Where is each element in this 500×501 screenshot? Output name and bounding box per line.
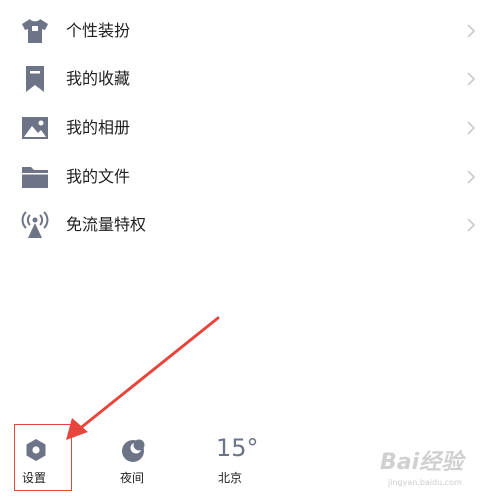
chevron-right-icon [466, 169, 476, 185]
menu-item-label: 我的相册 [66, 118, 131, 137]
night-mode-button[interactable]: 夜间 [112, 436, 156, 490]
settings-hexagon-icon [25, 438, 47, 462]
menu-item-label: 我的收藏 [66, 69, 131, 88]
image-icon [19, 112, 51, 144]
night-mode-label: 夜间 [120, 471, 145, 485]
weather-city: 北京 [218, 471, 243, 485]
bookmark-icon [19, 63, 51, 95]
watermark-url: jingyan.baidu.com [388, 478, 462, 487]
chevron-right-icon [466, 217, 476, 233]
weather-widget[interactable]: 15° 北京 [212, 434, 272, 490]
folder-icon [19, 161, 51, 193]
chevron-right-icon [466, 23, 476, 39]
watermark: Bai经验 jingyan.baidu.com [380, 446, 496, 494]
weather-temperature: 15° [216, 434, 259, 462]
signal-tower-icon [19, 209, 51, 241]
menu-item-free-data-privilege[interactable]: 免流量特权 [0, 205, 500, 245]
settings-button[interactable]: 设置 [16, 436, 68, 490]
menu-item-files[interactable]: 我的文件 [0, 157, 500, 197]
page: 个性装扮 我的收藏 我的相册 我的文件 免流量特权 设置 夜间 15° 北京 B… [0, 0, 500, 501]
menu-item-favorites[interactable]: 我的收藏 [0, 59, 500, 99]
moon-icon [121, 439, 145, 463]
menu-item-label: 个性装扮 [66, 21, 131, 40]
tshirt-icon [19, 15, 51, 47]
menu-item-personal-dress-up[interactable]: 个性装扮 [0, 11, 500, 51]
menu-item-label: 免流量特权 [66, 215, 147, 234]
chevron-right-icon [466, 71, 476, 87]
menu-item-label: 我的文件 [66, 167, 131, 186]
settings-label: 设置 [22, 471, 47, 485]
chevron-right-icon [466, 120, 476, 136]
menu-item-photo-album[interactable]: 我的相册 [0, 108, 500, 148]
watermark-logo: Bai经验 [380, 450, 464, 475]
